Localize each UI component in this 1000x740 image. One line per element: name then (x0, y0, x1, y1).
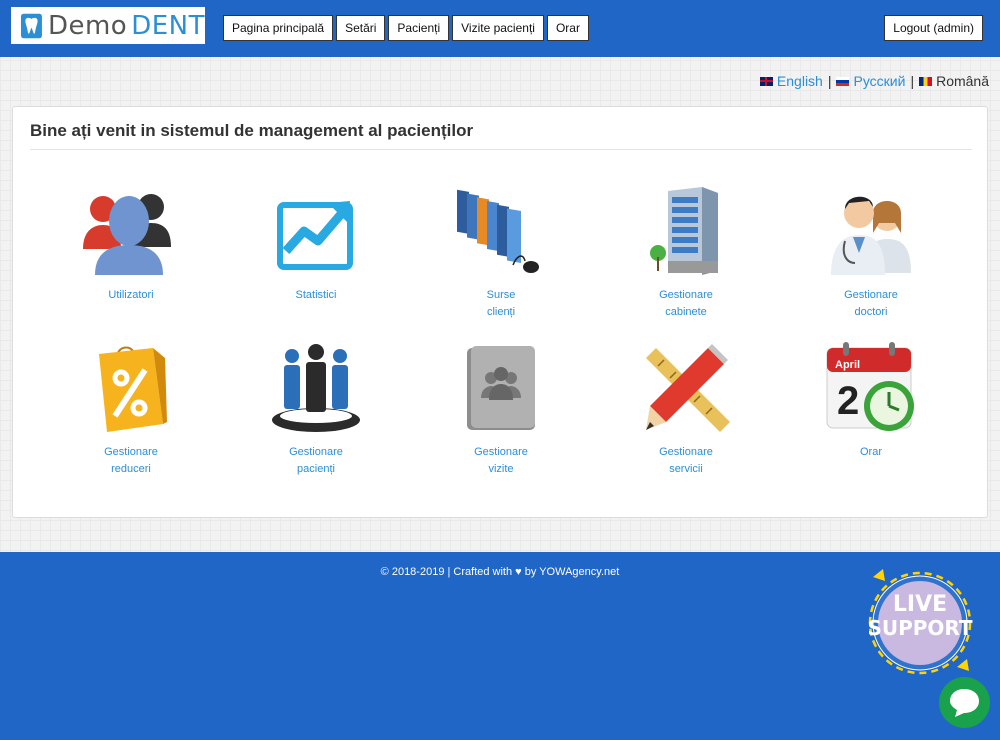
nav-home-button[interactable]: Pagina principală (223, 15, 334, 41)
nav-settings-button[interactable]: Setări (336, 15, 386, 41)
lang-romanian-label: Română (936, 73, 989, 89)
tile-visits[interactable]: Gestionare vizite (426, 340, 576, 478)
arrow-icon (873, 569, 885, 581)
tile-label: Orar (860, 446, 882, 458)
top-navbar: Demo DENT Pagina principală Setări Pacien… (0, 0, 1000, 57)
contacts-folder-icon (467, 346, 535, 430)
live-support-line1: LIVE (893, 592, 947, 617)
dashboard-panel: Bine ați venit in sistemul de management… (12, 106, 988, 518)
live-support-badge[interactable]: LIVE SUPPORT (853, 563, 993, 675)
lang-english-link[interactable]: English (759, 73, 823, 89)
logout-button[interactable]: Logout (admin) (884, 15, 983, 41)
main-nav: Pagina principală Setări Pacienți Vizite… (223, 15, 592, 41)
footer-copyright: © 2018-2019 | Crafted with ♥ by YOWAgenc… (380, 566, 620, 578)
brand-text: Demo DENT (47, 10, 205, 41)
tile-users[interactable]: Utilizatori (56, 183, 206, 304)
tile-label: Gestionare doctori (844, 289, 898, 318)
tile-label: Gestionare servicii (659, 446, 713, 475)
lang-russian-link[interactable]: Русский (836, 73, 905, 89)
tile-schedule[interactable]: April 2 Orar (796, 340, 946, 461)
lang-separator: | (827, 73, 832, 89)
footer: © 2018-2019 | Crafted with ♥ by YOWAgenc… (0, 552, 1000, 740)
tile-client-sources[interactable]: Surse clienți (426, 183, 576, 321)
tile-label: Utilizatori (108, 289, 154, 301)
calendar-day: 2 (837, 379, 859, 423)
chat-widget-button[interactable] (939, 677, 990, 728)
tile-patients[interactable]: Gestionare pacienți (241, 340, 391, 478)
russia-flag-icon (836, 76, 850, 86)
building-icon (650, 187, 718, 275)
nav-patients-button[interactable]: Pacienți (388, 15, 450, 41)
patients-group-icon (272, 344, 360, 432)
tile-services[interactable]: Gestionare servicii (611, 340, 761, 478)
discount-bag-icon (99, 346, 167, 432)
live-support-line2: SUPPORT (867, 616, 972, 640)
tile-label: Gestionare reduceri (104, 446, 158, 475)
lang-separator: | (910, 73, 915, 89)
language-switcher: English | Русский | Română (759, 73, 989, 89)
lang-russian-label: Русский (853, 73, 906, 89)
doctors-icon (831, 196, 911, 275)
tile-cabinets[interactable]: Gestionare cabinete (611, 183, 761, 321)
lang-english-label: English (776, 73, 823, 89)
tile-label: Gestionare vizite (474, 446, 528, 475)
arrow-icon (957, 659, 969, 671)
ruler-pencil-icon (646, 344, 730, 432)
nav-schedule-button[interactable]: Orar (546, 15, 589, 41)
tile-statistics[interactable]: Statistici (241, 183, 391, 304)
folders-mouse-icon (457, 189, 539, 273)
panel-title: Bine ați venit in sistemul de management… (30, 121, 972, 150)
calendar-clock-icon: April 2 (826, 342, 914, 431)
lang-romanian-current: Română (919, 73, 989, 89)
nav-visits-button[interactable]: Vizite pacienți (452, 15, 544, 41)
romania-flag-icon (919, 77, 933, 86)
uk-flag-icon (759, 76, 773, 86)
brand-logo[interactable]: Demo DENT (11, 7, 205, 44)
tile-discounts[interactable]: Gestionare reduceri (56, 340, 206, 478)
chat-bubble-icon (950, 689, 979, 717)
tile-label: Surse clienți (486, 289, 516, 318)
tile-doctors[interactable]: Gestionare doctori (796, 183, 946, 321)
tile-label: Gestionare pacienți (289, 446, 343, 475)
calendar-month: April (835, 359, 860, 371)
statistics-chart-icon (277, 201, 353, 270)
users-icon (83, 194, 171, 275)
tile-label: Gestionare cabinete (659, 289, 713, 318)
tooth-icon (21, 13, 42, 38)
tile-label: Statistici (295, 289, 337, 301)
